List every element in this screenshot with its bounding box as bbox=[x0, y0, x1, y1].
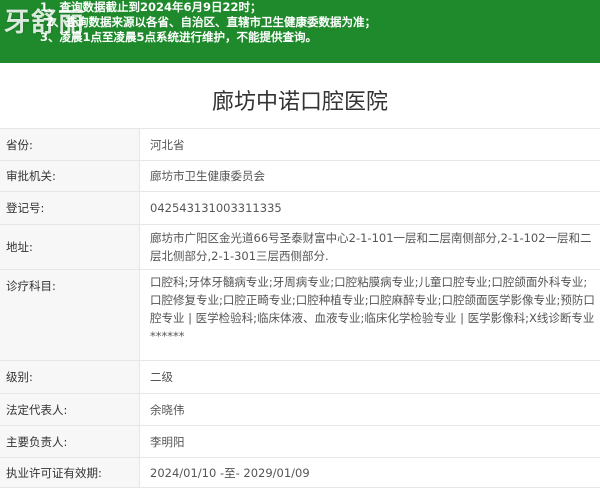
table-row: 诊疗科目: 口腔科;牙体牙髓病专业;牙周病专业;口腔粘膜病专业;儿童口腔专业;口… bbox=[0, 269, 600, 361]
table-row: 地址: 廊坊市广阳区金光道66号圣泰财富中心2-1-101一层和二层南侧部分,2… bbox=[0, 224, 600, 270]
province-value: 河北省 bbox=[139, 128, 600, 161]
notice-item: 1、查询数据截止到2024年6月9日22时； bbox=[40, 0, 262, 14]
table-row: 级别: 二级 bbox=[0, 360, 600, 394]
principal-label: 主要负责人: bbox=[0, 425, 140, 458]
table-row: 法定代表人: 余晓伟 bbox=[0, 393, 600, 426]
registration-number-label: 登记号: bbox=[0, 191, 140, 225]
level-value: 二级 bbox=[139, 360, 600, 394]
notice-item: 2、查询数据来源以各省、自治区、直辖市卫生健康委数据为准； bbox=[46, 15, 376, 29]
principal-value: 李明阳 bbox=[139, 425, 600, 458]
legal-representative-value: 余晓伟 bbox=[139, 393, 600, 426]
notice-list: 1、查询数据截止到2024年6月9日22时； 2、查询数据来源以各省、自治区、直… bbox=[40, 0, 376, 45]
registration-number-value: 042543131003311335 bbox=[139, 191, 600, 225]
departments-label: 诊疗科目: bbox=[0, 269, 140, 361]
table-row: 省份: 河北省 bbox=[0, 128, 600, 161]
license-validity-label: 执业许可证有效期: bbox=[0, 457, 140, 488]
authority-value: 廊坊市卫生健康委员会 bbox=[139, 160, 600, 192]
table-row: 主要负责人: 李明阳 bbox=[0, 425, 600, 458]
notice-item: 3、凌晨1点至凌晨5点系统进行维护，不能提供查询。 bbox=[40, 30, 318, 44]
level-label: 级别: bbox=[0, 360, 140, 394]
hospital-info-table: 省份: 河北省 审批机关: 廊坊市卫生健康委员会 登记号: 0425431310… bbox=[0, 128, 600, 488]
table-row: 审批机关: 廊坊市卫生健康委员会 bbox=[0, 160, 600, 192]
province-label: 省份: bbox=[0, 128, 140, 161]
table-row: 登记号: 042543131003311335 bbox=[0, 191, 600, 225]
authority-label: 审批机关: bbox=[0, 160, 140, 192]
departments-value: 口腔科;牙体牙髓病专业;牙周病专业;口腔粘膜病专业;儿童口腔专业;口腔颌面外科专… bbox=[139, 269, 600, 361]
address-value: 廊坊市广阳区金光道66号圣泰财富中心2-1-101一层和二层南侧部分,2-1-1… bbox=[139, 224, 600, 270]
license-validity-value: 2024/01/10 -至- 2029/01/09 bbox=[139, 457, 600, 488]
table-row: 执业许可证有效期: 2024/01/10 -至- 2029/01/09 bbox=[0, 457, 600, 488]
notice-banner: 牙舒丽 1、查询数据截止到2024年6月9日22时； 2、查询数据来源以各省、自… bbox=[0, 0, 600, 63]
page-title: 廊坊中诺口腔医院 bbox=[211, 90, 388, 115]
legal-representative-label: 法定代表人: bbox=[0, 393, 140, 426]
address-label: 地址: bbox=[0, 224, 140, 270]
